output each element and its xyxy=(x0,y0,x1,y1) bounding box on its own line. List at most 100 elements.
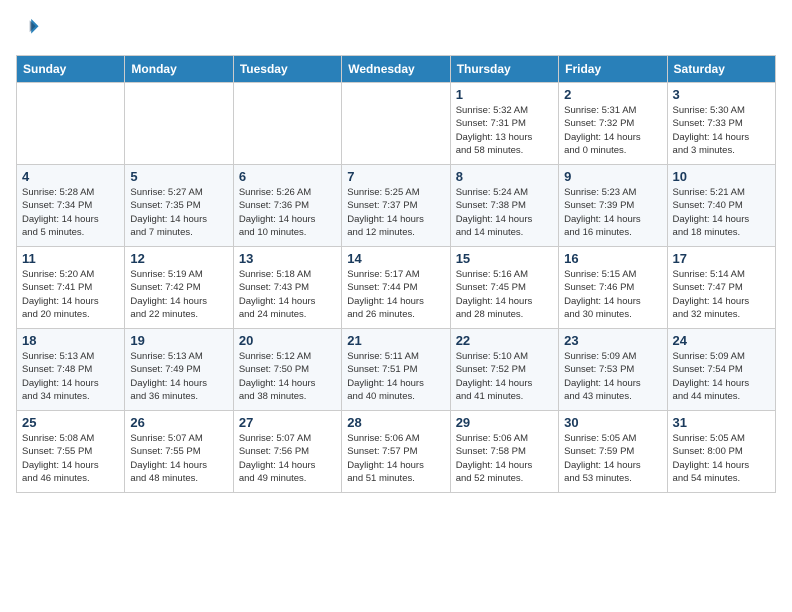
day-info: Sunrise: 5:23 AMSunset: 7:39 PMDaylight:… xyxy=(564,186,661,239)
day-info: Sunrise: 5:20 AMSunset: 7:41 PMDaylight:… xyxy=(22,268,119,321)
calendar-week-0: 1 Sunrise: 5:32 AMSunset: 7:31 PMDaylight… xyxy=(17,83,776,165)
day-number: 13 xyxy=(239,251,336,266)
calendar-cell: 12 Sunrise: 5:19 AMSunset: 7:42 PMDayligh… xyxy=(125,247,233,329)
calendar-week-2: 11 Sunrise: 5:20 AMSunset: 7:41 PMDayligh… xyxy=(17,247,776,329)
day-info: Sunrise: 5:09 AMSunset: 7:53 PMDaylight:… xyxy=(564,350,661,403)
day-number: 24 xyxy=(673,333,770,348)
day-number: 5 xyxy=(130,169,227,184)
calendar-cell: 22 Sunrise: 5:10 AMSunset: 7:52 PMDayligh… xyxy=(450,329,558,411)
calendar-cell: 2 Sunrise: 5:31 AMSunset: 7:32 PMDaylight… xyxy=(559,83,667,165)
calendar-cell: 4Sunrise: 5:28 AMSunset: 7:34 PMDaylight… xyxy=(17,165,125,247)
calendar-week-1: 4Sunrise: 5:28 AMSunset: 7:34 PMDaylight… xyxy=(17,165,776,247)
calendar-table: SundayMondayTuesdayWednesdayThursdayFrid… xyxy=(16,55,776,493)
day-info: Sunrise: 5:28 AMSunset: 7:34 PMDaylight:… xyxy=(22,186,119,239)
day-number: 23 xyxy=(564,333,661,348)
calendar-cell: 21 Sunrise: 5:11 AMSunset: 7:51 PMDayligh… xyxy=(342,329,450,411)
day-info: Sunrise: 5:24 AMSunset: 7:38 PMDaylight:… xyxy=(456,186,553,239)
day-number: 20 xyxy=(239,333,336,348)
weekday-header-friday: Friday xyxy=(559,56,667,83)
logo-icon xyxy=(18,16,40,38)
day-info: Sunrise: 5:12 AMSunset: 7:50 PMDaylight:… xyxy=(239,350,336,403)
calendar-cell xyxy=(125,83,233,165)
calendar-cell xyxy=(342,83,450,165)
day-number: 26 xyxy=(130,415,227,430)
day-info: Sunrise: 5:30 AMSunset: 7:33 PMDaylight:… xyxy=(673,104,770,157)
calendar-cell xyxy=(233,83,341,165)
calendar-cell: 11 Sunrise: 5:20 AMSunset: 7:41 PMDayligh… xyxy=(17,247,125,329)
calendar-cell: 18 Sunrise: 5:13 AMSunset: 7:48 PMDayligh… xyxy=(17,329,125,411)
day-info: Sunrise: 5:16 AMSunset: 7:45 PMDaylight:… xyxy=(456,268,553,321)
calendar-cell: 10Sunrise: 5:21 AMSunset: 7:40 PMDayligh… xyxy=(667,165,775,247)
day-info: Sunrise: 5:10 AMSunset: 7:52 PMDaylight:… xyxy=(456,350,553,403)
day-number: 30 xyxy=(564,415,661,430)
weekday-header-row: SundayMondayTuesdayWednesdayThursdayFrid… xyxy=(17,56,776,83)
day-number: 29 xyxy=(456,415,553,430)
calendar-cell: 23 Sunrise: 5:09 AMSunset: 7:53 PMDayligh… xyxy=(559,329,667,411)
day-info: Sunrise: 5:31 AMSunset: 7:32 PMDaylight:… xyxy=(564,104,661,157)
day-info: Sunrise: 5:32 AMSunset: 7:31 PMDaylight:… xyxy=(456,104,553,157)
weekday-header-monday: Monday xyxy=(125,56,233,83)
day-info: Sunrise: 5:27 AMSunset: 7:35 PMDaylight:… xyxy=(130,186,227,239)
day-info: Sunrise: 5:07 AMSunset: 7:55 PMDaylight:… xyxy=(130,432,227,485)
calendar-cell: 8 Sunrise: 5:24 AMSunset: 7:38 PMDaylight… xyxy=(450,165,558,247)
day-info: Sunrise: 5:06 AMSunset: 7:57 PMDaylight:… xyxy=(347,432,444,485)
calendar-cell: 31 Sunrise: 5:05 AMSunset: 8:00 PMDayligh… xyxy=(667,411,775,493)
calendar-cell: 13Sunrise: 5:18 AMSunset: 7:43 PMDayligh… xyxy=(233,247,341,329)
calendar-cell: 14 Sunrise: 5:17 AMSunset: 7:44 PMDayligh… xyxy=(342,247,450,329)
day-number: 21 xyxy=(347,333,444,348)
day-number: 15 xyxy=(456,251,553,266)
calendar-cell: 15 Sunrise: 5:16 AMSunset: 7:45 PMDayligh… xyxy=(450,247,558,329)
calendar-cell: 25 Sunrise: 5:08 AMSunset: 7:55 PMDayligh… xyxy=(17,411,125,493)
day-info: Sunrise: 5:19 AMSunset: 7:42 PMDaylight:… xyxy=(130,268,227,321)
day-number: 25 xyxy=(22,415,119,430)
day-info: Sunrise: 5:05 AMSunset: 7:59 PMDaylight:… xyxy=(564,432,661,485)
day-number: 1 xyxy=(456,87,553,102)
day-info: Sunrise: 5:15 AMSunset: 7:46 PMDaylight:… xyxy=(564,268,661,321)
day-info: Sunrise: 5:26 AMSunset: 7:36 PMDaylight:… xyxy=(239,186,336,239)
weekday-header-thursday: Thursday xyxy=(450,56,558,83)
day-number: 7 xyxy=(347,169,444,184)
calendar-cell: 20 Sunrise: 5:12 AMSunset: 7:50 PMDayligh… xyxy=(233,329,341,411)
weekday-header-saturday: Saturday xyxy=(667,56,775,83)
calendar-cell: 24Sunrise: 5:09 AMSunset: 7:54 PMDayligh… xyxy=(667,329,775,411)
day-info: Sunrise: 5:17 AMSunset: 7:44 PMDaylight:… xyxy=(347,268,444,321)
day-info: Sunrise: 5:08 AMSunset: 7:55 PMDaylight:… xyxy=(22,432,119,485)
day-number: 17 xyxy=(673,251,770,266)
day-number: 27 xyxy=(239,415,336,430)
day-number: 11 xyxy=(22,251,119,266)
page-header xyxy=(16,16,776,43)
day-info: Sunrise: 5:13 AMSunset: 7:48 PMDaylight:… xyxy=(22,350,119,403)
day-number: 16 xyxy=(564,251,661,266)
day-number: 22 xyxy=(456,333,553,348)
calendar-cell: 16 Sunrise: 5:15 AMSunset: 7:46 PMDayligh… xyxy=(559,247,667,329)
calendar-week-4: 25 Sunrise: 5:08 AMSunset: 7:55 PMDayligh… xyxy=(17,411,776,493)
calendar-cell: 19Sunrise: 5:13 AMSunset: 7:49 PMDayligh… xyxy=(125,329,233,411)
calendar-cell: 7 Sunrise: 5:25 AMSunset: 7:37 PMDaylight… xyxy=(342,165,450,247)
day-number: 18 xyxy=(22,333,119,348)
day-number: 14 xyxy=(347,251,444,266)
day-number: 8 xyxy=(456,169,553,184)
day-number: 28 xyxy=(347,415,444,430)
calendar-cell: 3Sunrise: 5:30 AMSunset: 7:33 PMDaylight… xyxy=(667,83,775,165)
calendar-body: 1 Sunrise: 5:32 AMSunset: 7:31 PMDaylight… xyxy=(17,83,776,493)
day-info: Sunrise: 5:05 AMSunset: 8:00 PMDaylight:… xyxy=(673,432,770,485)
day-number: 12 xyxy=(130,251,227,266)
calendar-cell xyxy=(17,83,125,165)
day-number: 10 xyxy=(673,169,770,184)
day-info: Sunrise: 5:14 AMSunset: 7:47 PMDaylight:… xyxy=(673,268,770,321)
day-info: Sunrise: 5:13 AMSunset: 7:49 PMDaylight:… xyxy=(130,350,227,403)
weekday-header-tuesday: Tuesday xyxy=(233,56,341,83)
calendar-cell: 6 Sunrise: 5:26 AMSunset: 7:36 PMDaylight… xyxy=(233,165,341,247)
calendar-cell: 17 Sunrise: 5:14 AMSunset: 7:47 PMDayligh… xyxy=(667,247,775,329)
day-number: 31 xyxy=(673,415,770,430)
day-number: 2 xyxy=(564,87,661,102)
calendar-cell: 9Sunrise: 5:23 AMSunset: 7:39 PMDaylight… xyxy=(559,165,667,247)
calendar-cell: 1 Sunrise: 5:32 AMSunset: 7:31 PMDaylight… xyxy=(450,83,558,165)
calendar-cell: 29Sunrise: 5:06 AMSunset: 7:58 PMDayligh… xyxy=(450,411,558,493)
day-number: 6 xyxy=(239,169,336,184)
calendar-cell: 5 Sunrise: 5:27 AMSunset: 7:35 PMDaylight… xyxy=(125,165,233,247)
day-info: Sunrise: 5:11 AMSunset: 7:51 PMDaylight:… xyxy=(347,350,444,403)
calendar-cell: 30 Sunrise: 5:05 AMSunset: 7:59 PMDayligh… xyxy=(559,411,667,493)
day-info: Sunrise: 5:25 AMSunset: 7:37 PMDaylight:… xyxy=(347,186,444,239)
day-info: Sunrise: 5:07 AMSunset: 7:56 PMDaylight:… xyxy=(239,432,336,485)
